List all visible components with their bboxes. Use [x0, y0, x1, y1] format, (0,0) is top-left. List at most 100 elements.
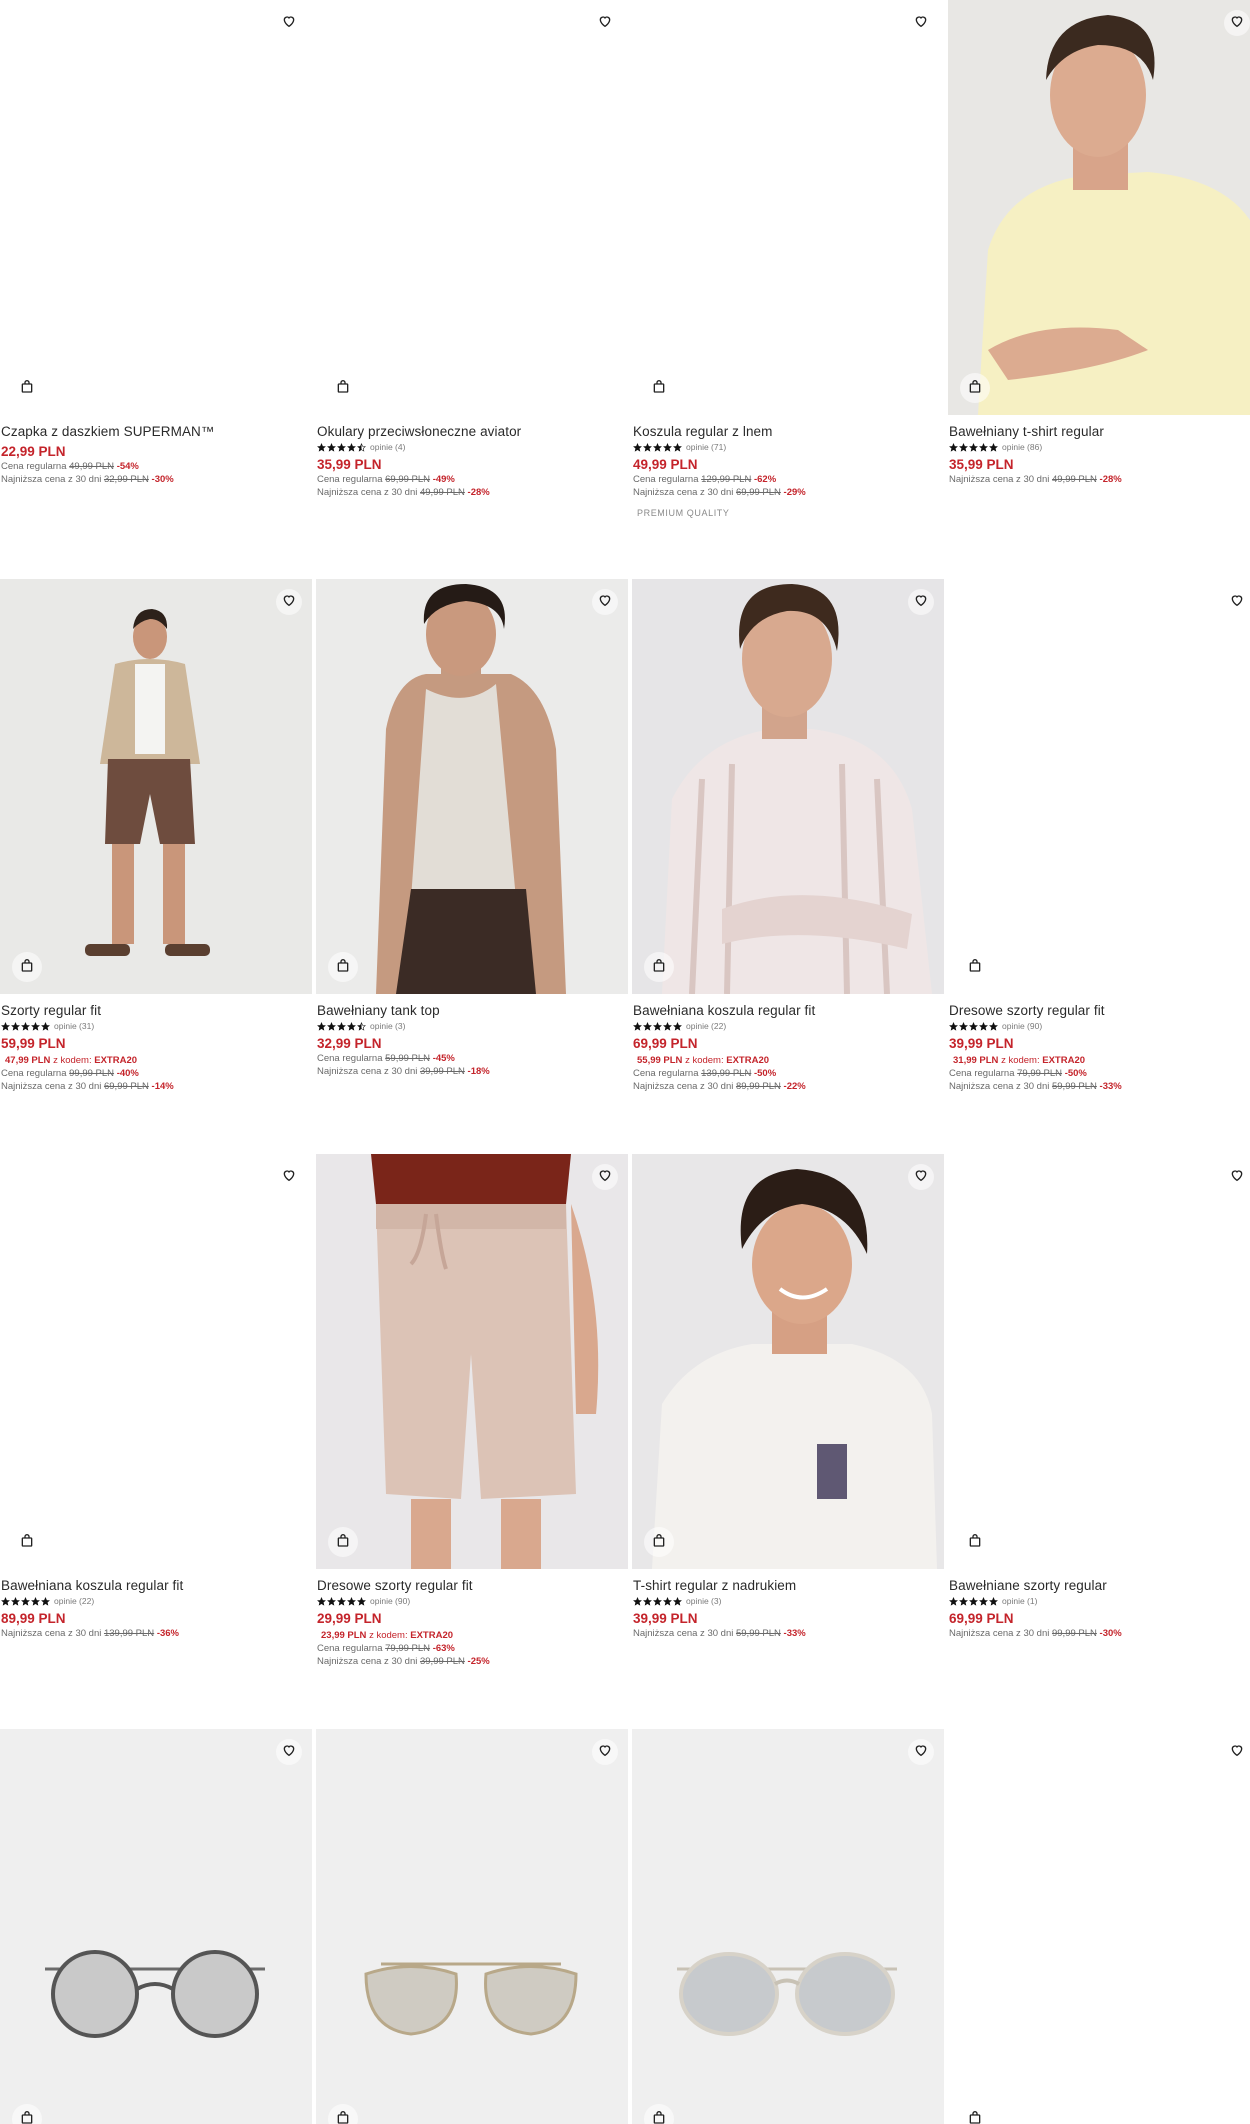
product-price: 59,99 PLN [1, 1036, 66, 1051]
product-image[interactable] [948, 1729, 1250, 2124]
product-image[interactable] [0, 579, 312, 994]
add-to-cart-button[interactable] [644, 2104, 674, 2124]
shopping-bag-icon [335, 378, 351, 399]
promo-code-price: 31,99 PLN z kodem: EXTRA20 [953, 1055, 1086, 1066]
product-image[interactable] [948, 579, 1250, 994]
product-card[interactable]: Dresowe szorty regular fit opinie (90) 2… [316, 1154, 628, 1668]
product-card[interactable] [948, 1729, 1250, 2124]
add-to-cart-button[interactable] [644, 373, 674, 403]
add-to-cart-button[interactable] [328, 952, 358, 982]
product-card[interactable]: Bawełniany t-shirt regular opinie (86) 3… [948, 0, 1250, 486]
wishlist-button[interactable] [592, 10, 618, 36]
heart-icon [281, 1167, 297, 1188]
add-to-cart-button[interactable] [960, 373, 990, 403]
star-icon [979, 442, 988, 452]
wishlist-button[interactable] [908, 1739, 934, 1765]
product-name[interactable]: Bawełniany tank top [317, 1002, 628, 1019]
wishlist-button[interactable] [276, 10, 302, 36]
star-icon [337, 1596, 346, 1606]
product-name[interactable]: T-shirt regular z nadrukiem [633, 1577, 944, 1594]
product-rating: opinie (90) [949, 1020, 1250, 1032]
product-card[interactable] [0, 1729, 312, 2124]
product-rating: opinie (3) [633, 1595, 944, 1607]
wishlist-button[interactable] [276, 1739, 302, 1765]
star-icon [949, 1596, 998, 1606]
product-price: 39,99 PLN [633, 1611, 698, 1626]
add-to-cart-button[interactable] [328, 1527, 358, 1557]
star-icon [633, 1021, 682, 1031]
product-name[interactable]: Bawełniane szorty regular [949, 1577, 1250, 1594]
add-to-cart-button[interactable] [960, 2104, 990, 2124]
product-card[interactable]: Bawełniane szorty regular opinie (1) 69,… [948, 1154, 1250, 1640]
price-history: Najniższa cena z 30 dni 89,99 PLN -22% [633, 1081, 806, 1092]
product-image[interactable] [316, 1729, 628, 2124]
product-image[interactable] [316, 579, 628, 994]
product-card[interactable]: Czapka z daszkiem SUPERMAN™ 22,99 PLN Ce… [0, 0, 312, 486]
product-image[interactable] [0, 1154, 312, 1569]
star-icon [653, 1021, 662, 1031]
product-name[interactable]: Dresowe szorty regular fit [317, 1577, 628, 1594]
star-icon [653, 1596, 662, 1606]
product-image[interactable] [948, 1154, 1250, 1569]
product-image[interactable] [632, 0, 944, 415]
product-card[interactable]: Bawełniana koszula regular fit opinie (2… [632, 579, 944, 1093]
product-card[interactable]: Koszula regular z lnem opinie (71) 49,99… [632, 0, 944, 518]
shopping-bag-icon [335, 2109, 351, 2124]
add-to-cart-button[interactable] [960, 1527, 990, 1557]
wishlist-button[interactable] [1224, 1739, 1250, 1765]
product-image[interactable] [0, 0, 312, 415]
wishlist-button[interactable] [908, 10, 934, 36]
add-to-cart-button[interactable] [12, 2104, 42, 2124]
add-to-cart-button[interactable] [644, 1527, 674, 1557]
product-card[interactable]: Szorty regular fit opinie (31) 59,99 PLN… [0, 579, 312, 1093]
heart-icon [597, 1167, 613, 1188]
wishlist-button[interactable] [908, 1164, 934, 1190]
star-icon [633, 1596, 642, 1606]
wishlist-button[interactable] [592, 1739, 618, 1765]
product-name[interactable]: Bawełniana koszula regular fit [633, 1002, 944, 1019]
product-image[interactable] [316, 0, 628, 415]
add-to-cart-button[interactable] [12, 1527, 42, 1557]
product-name[interactable]: Szorty regular fit [1, 1002, 312, 1019]
wishlist-button[interactable] [592, 1164, 618, 1190]
product-image[interactable] [316, 1154, 628, 1569]
wishlist-button[interactable] [276, 1164, 302, 1190]
product-card[interactable]: Okulary przeciwsłoneczne aviator opinie … [316, 0, 628, 499]
product-name[interactable]: Bawełniany t-shirt regular [949, 423, 1250, 440]
product-card[interactable]: T-shirt regular z nadrukiem opinie (3) 3… [632, 1154, 944, 1640]
wishlist-button[interactable] [1224, 1164, 1250, 1190]
wishlist-button[interactable] [276, 589, 302, 615]
price-history: Najniższa cena z 30 dni 39,99 PLN -25% [317, 1656, 490, 1667]
add-to-cart-button[interactable] [328, 373, 358, 403]
product-name[interactable]: Czapka z daszkiem SUPERMAN™ [1, 423, 312, 440]
product-name[interactable]: Okulary przeciwsłoneczne aviator [317, 423, 628, 440]
product-card[interactable] [632, 1729, 944, 2124]
add-to-cart-button[interactable] [644, 952, 674, 982]
add-to-cart-button[interactable] [960, 952, 990, 982]
product-name[interactable]: Bawełniana koszula regular fit [1, 1577, 312, 1594]
star-icon [347, 1021, 356, 1031]
product-card[interactable]: Bawełniany tank top opinie (3) 32,99 PLN… [316, 579, 628, 1078]
price-history: Najniższa cena z 30 dni 59,99 PLN -33% [633, 1628, 806, 1639]
product-card[interactable] [316, 1729, 628, 2124]
add-to-cart-button[interactable] [328, 2104, 358, 2124]
wishlist-button[interactable] [1224, 10, 1250, 36]
wishlist-button[interactable] [1224, 589, 1250, 615]
price-history: Cena regularna 69,99 PLN -49% [317, 474, 455, 485]
star-icon [633, 442, 682, 452]
product-image[interactable] [632, 1154, 944, 1569]
product-card[interactable]: Bawełniana koszula regular fit opinie (2… [0, 1154, 312, 1640]
product-image[interactable] [948, 0, 1250, 415]
product-name[interactable]: Koszula regular z lnem [633, 423, 944, 440]
heart-icon [597, 1742, 613, 1763]
product-image[interactable] [632, 1729, 944, 2124]
add-to-cart-button[interactable] [12, 952, 42, 982]
product-image[interactable] [632, 579, 944, 994]
wishlist-button[interactable] [908, 589, 934, 615]
star-icon [41, 1596, 50, 1606]
product-name[interactable]: Dresowe szorty regular fit [949, 1002, 1250, 1019]
product-image[interactable] [0, 1729, 312, 2124]
product-card[interactable]: Dresowe szorty regular fit opinie (90) 3… [948, 579, 1250, 1093]
wishlist-button[interactable] [592, 589, 618, 615]
add-to-cart-button[interactable] [12, 373, 42, 403]
